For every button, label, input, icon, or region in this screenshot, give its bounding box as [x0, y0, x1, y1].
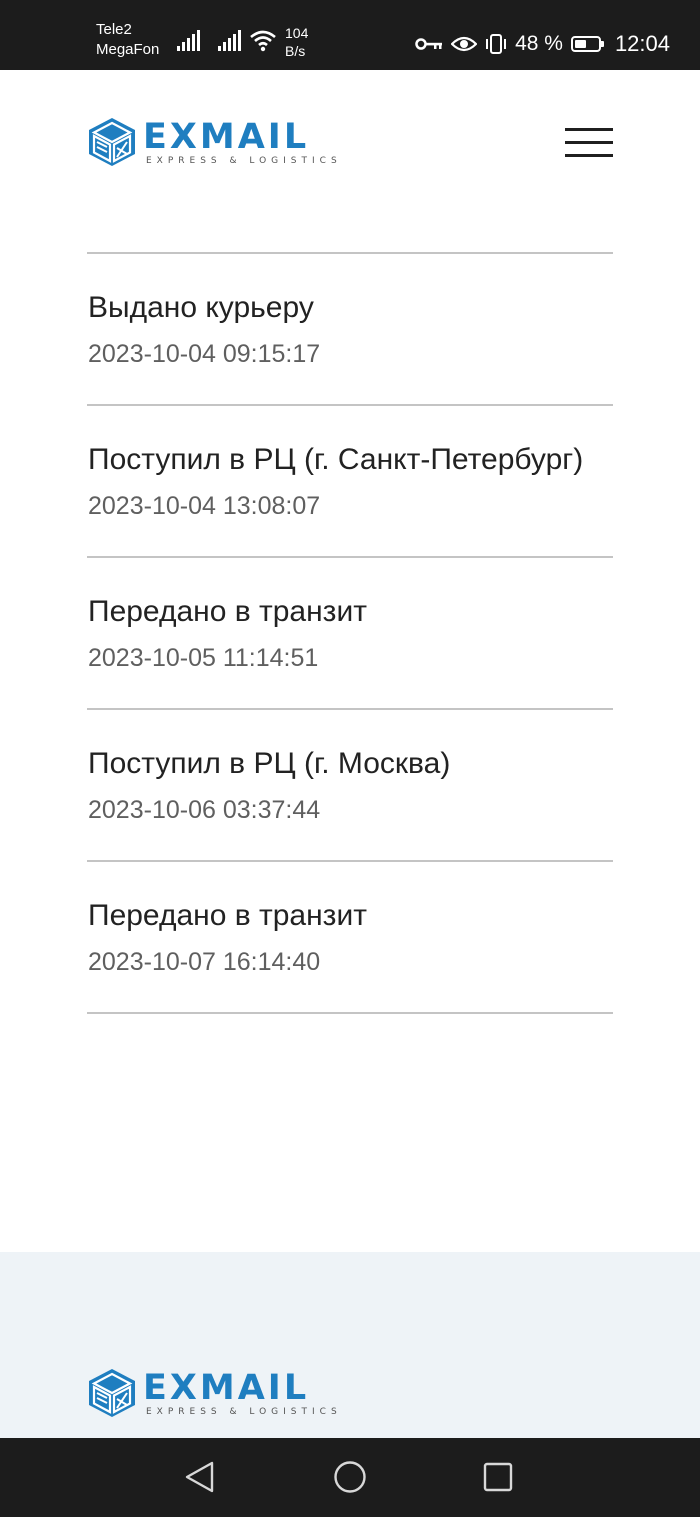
logo-cube-icon	[89, 1369, 135, 1417]
event-timestamp: 2023-10-05 11:14:51	[88, 644, 319, 672]
battery-icon	[570, 36, 604, 52]
tracking-event: Поступил в РЦ (г. Санкт-Петербург) 2023-…	[87, 406, 613, 558]
status-right: 48 % 12:04	[415, 31, 670, 57]
event-status: Выдано курьеру	[88, 291, 314, 324]
event-timestamp: 2023-10-06 03:37:44	[88, 796, 321, 824]
wifi-icon	[250, 30, 276, 52]
logo-tagline: EXPRESS & LOGISTICS	[146, 1406, 342, 1417]
network-speed: 104 B/s	[285, 24, 308, 60]
tracking-history-list: Выдано курьеру 2023-10-04 09:15:17 Посту…	[87, 252, 613, 1014]
footer-exmail-logo[interactable]: EXMAIL EXPRESS & LOGISTICS	[87, 1367, 342, 1419]
network-speed-unit: B/s	[285, 43, 306, 59]
event-status: Поступил в РЦ (г. Москва)	[88, 747, 451, 780]
event-timestamp: 2023-10-07 16:14:40	[88, 948, 321, 976]
carrier-1: Tele2	[96, 21, 132, 38]
tracking-event: Поступил в РЦ (г. Москва) 2023-10-06 03:…	[87, 710, 613, 862]
event-timestamp: 2023-10-04 13:08:07	[88, 492, 321, 520]
battery-percent: 48 %	[515, 32, 563, 55]
logo-cube-icon	[89, 118, 135, 166]
exmail-logo[interactable]: EXMAIL EXPRESS & LOGISTICS	[87, 116, 342, 168]
eye-icon	[451, 36, 478, 52]
event-timestamp: 2023-10-04 09:15:17	[88, 340, 321, 368]
event-status: Передано в транзит	[88, 595, 367, 628]
clock: 12:04	[614, 31, 670, 56]
back-icon[interactable]	[183, 1460, 217, 1494]
carrier-names: Tele2 MegaFon	[96, 20, 159, 60]
signal-icon	[218, 30, 241, 51]
status-bar: Tele2 MegaFon 104 B/s 48 % 12:04	[0, 0, 700, 70]
key-icon	[415, 38, 443, 50]
signal-icon	[177, 30, 200, 51]
tracking-event: Передано в транзит 2023-10-05 11:14:51	[87, 558, 613, 710]
system-navigation-bar	[0, 1438, 700, 1517]
event-status: Поступил в РЦ (г. Санкт-Петербург)	[88, 443, 584, 476]
logo-tagline: EXPRESS & LOGISTICS	[146, 155, 342, 166]
logo-word: EXMAIL	[143, 1367, 310, 1408]
hamburger-menu-icon[interactable]	[565, 128, 613, 158]
home-icon[interactable]	[333, 1460, 367, 1494]
carrier-2: MegaFon	[96, 41, 160, 58]
network-speed-value: 104	[285, 25, 309, 41]
vibrate-icon	[486, 34, 507, 54]
logo-word: EXMAIL	[143, 116, 310, 157]
tracking-event: Выдано курьеру 2023-10-04 09:15:17	[87, 254, 613, 406]
recent-apps-icon[interactable]	[481, 1460, 515, 1494]
tracking-event: Передано в транзит 2023-10-07 16:14:40	[87, 862, 613, 1014]
event-status: Передано в транзит	[88, 899, 367, 932]
